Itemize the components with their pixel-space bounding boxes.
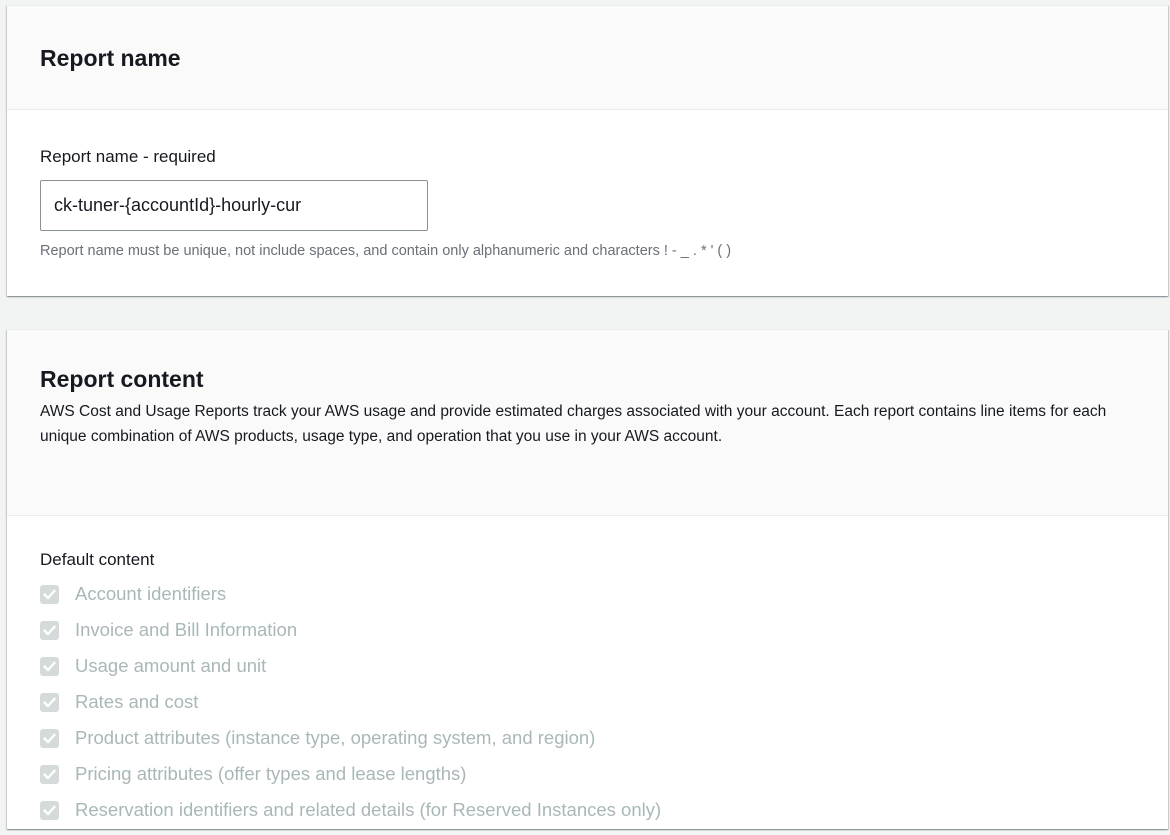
report-name-label: Report name - required bbox=[40, 147, 216, 166]
checkbox-item[interactable]: Reservation identifiers and related deta… bbox=[40, 792, 1135, 828]
checkbox-label: Invoice and Bill Information bbox=[75, 619, 298, 640]
checkbox-item[interactable]: Pricing attributes (offer types and leas… bbox=[40, 756, 1135, 792]
default-content-label: Default content bbox=[40, 550, 155, 569]
checkbox-item[interactable]: Invoice and Bill Information bbox=[40, 612, 1135, 648]
checkbox-label: Pricing attributes (offer types and leas… bbox=[75, 763, 467, 784]
checkbox-checked-icon[interactable] bbox=[40, 764, 59, 784]
checkbox-item[interactable]: Rates and cost bbox=[40, 684, 1135, 720]
checkbox-label: Account identifiers bbox=[75, 583, 227, 604]
report-content-panel: Report content AWS Cost and Usage Report… bbox=[7, 329, 1168, 829]
checkbox-checked-icon[interactable] bbox=[40, 656, 59, 676]
report-name-panel-header: Report name bbox=[7, 6, 1168, 110]
checkbox-checked-icon[interactable] bbox=[40, 728, 59, 748]
checkbox-checked-icon[interactable] bbox=[40, 584, 59, 604]
checkbox-checked-icon[interactable] bbox=[40, 620, 59, 640]
report-name-constraint: Report name must be unique, not include … bbox=[40, 243, 732, 259]
checkbox-label: Usage amount and unit bbox=[75, 655, 267, 676]
report-name-panel: Report name Report name - required Repor… bbox=[7, 5, 1168, 296]
checkbox-item[interactable]: Account identifiers bbox=[40, 576, 1135, 612]
checkbox-checked-icon[interactable] bbox=[40, 800, 59, 820]
report-name-input[interactable] bbox=[40, 180, 428, 231]
panel-title: Report content bbox=[40, 366, 204, 392]
checkbox-item[interactable]: Usage amount and unit bbox=[40, 648, 1135, 684]
default-content-checkbox-list: Account identifiers Invoice and Bill Info… bbox=[40, 576, 1135, 828]
panel-title: Report name bbox=[40, 45, 181, 71]
checkbox-item[interactable]: Product attributes (instance type, opera… bbox=[40, 720, 1135, 756]
checkbox-label: Product attributes (instance type, opera… bbox=[75, 727, 596, 748]
checkbox-label: Reservation identifiers and related deta… bbox=[75, 799, 662, 820]
panel-description: AWS Cost and Usage Reports track your AW… bbox=[40, 403, 1107, 445]
checkbox-checked-icon[interactable] bbox=[40, 692, 59, 712]
report-name-panel-body: Report name - required Report name must … bbox=[7, 147, 1168, 259]
checkbox-label: Rates and cost bbox=[75, 691, 199, 712]
report-content-panel-header: Report content AWS Cost and Usage Report… bbox=[7, 330, 1168, 516]
report-content-panel-body: Default content Account identifiers Invoi… bbox=[7, 550, 1168, 828]
